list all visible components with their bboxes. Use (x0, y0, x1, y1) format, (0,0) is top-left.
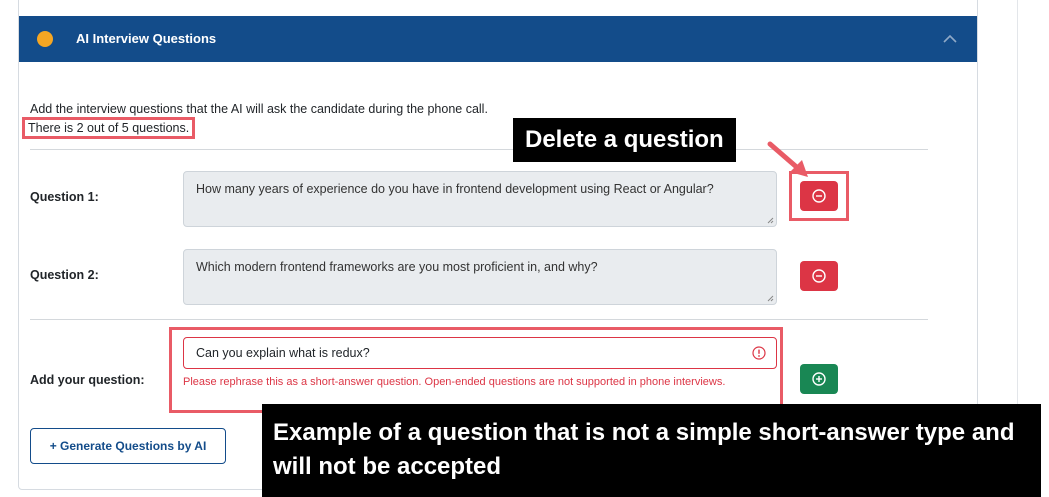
question-1-text: How many years of experience do you have… (196, 182, 714, 196)
resize-grip-icon[interactable] (767, 295, 774, 302)
plus-circle-icon (812, 372, 826, 386)
status-dot-icon (37, 31, 53, 47)
minus-circle-icon (812, 189, 826, 203)
delete-question-2-button[interactable] (800, 261, 838, 291)
add-question-value: Can you explain what is redux? (196, 346, 370, 360)
question-2-label: Question 2: (30, 268, 99, 282)
arrow-icon (767, 141, 808, 177)
minus-circle-icon (812, 269, 826, 283)
question-1-label: Question 1: (30, 190, 99, 204)
card-header[interactable]: AI Interview Questions (19, 16, 977, 62)
divider (30, 319, 928, 320)
resize-grip-icon[interactable] (767, 217, 774, 224)
card-title: AI Interview Questions (76, 31, 217, 46)
question-1-textarea[interactable]: How many years of experience do you have… (183, 171, 777, 227)
generate-questions-button[interactable]: + Generate Questions by AI (30, 428, 226, 464)
add-question-input[interactable]: Can you explain what is redux? (183, 337, 777, 369)
error-icon (752, 346, 766, 360)
question-2-text: Which modern frontend frameworks are you… (196, 260, 598, 274)
chevron-up-icon[interactable] (941, 30, 959, 48)
delete-callout: Delete a question (513, 118, 736, 162)
validation-error-text: Please rephrase this as a short-answer q… (183, 376, 726, 388)
add-question-button[interactable] (800, 364, 838, 394)
question-2-textarea[interactable]: Which modern frontend frameworks are you… (183, 249, 777, 305)
add-question-label: Add your question: (30, 373, 145, 387)
intro-text: Add the interview questions that the AI … (30, 102, 488, 116)
example-callout: Example of a question that is not a simp… (262, 404, 1041, 497)
question-count-text: There is 2 out of 5 questions. (22, 117, 196, 139)
